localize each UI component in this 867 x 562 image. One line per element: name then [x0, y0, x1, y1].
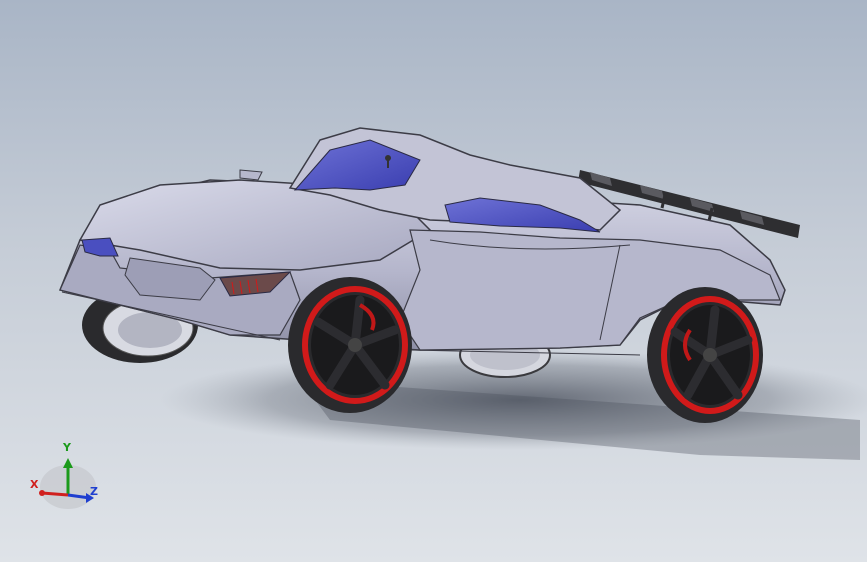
rear-near-wheel[interactable] — [647, 287, 763, 423]
coordinate-triad — [39, 458, 96, 509]
axis-x-label: X — [30, 478, 39, 491]
axis-y-label: Y — [63, 441, 71, 454]
car-model-scene[interactable] — [0, 0, 867, 562]
side-mirror — [239, 169, 263, 181]
axis-z-label: Z — [90, 485, 98, 498]
front-near-wheel[interactable] — [288, 277, 412, 413]
graphics-viewport[interactable]: X Y Z — [0, 0, 867, 562]
